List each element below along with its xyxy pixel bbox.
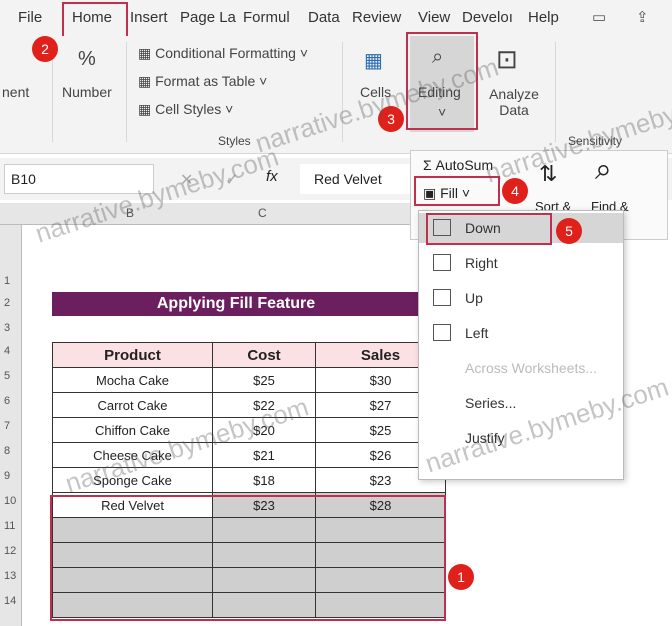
sheet-title[interactable]: Applying Fill Feature xyxy=(52,292,420,316)
header-cost[interactable]: Cost xyxy=(212,342,316,368)
row-header-9[interactable]: 9 xyxy=(4,470,10,482)
row-header-14[interactable]: 14 xyxy=(4,595,16,607)
analyze-data-icon: ⊡ xyxy=(496,44,518,74)
format-as-table-button[interactable]: ▦ Format as Table ˅ xyxy=(138,73,267,90)
step-badge-5: 5 xyxy=(556,218,582,244)
table-cell[interactable]: $21 xyxy=(212,442,316,468)
fill-up-item[interactable]: Up xyxy=(419,283,623,313)
down-highlight xyxy=(426,213,552,245)
analyze-data-button[interactable]: Analyze Data xyxy=(486,86,542,118)
comments-icon[interactable]: ▭ xyxy=(592,8,606,26)
fill-right-label: Right xyxy=(465,255,498,271)
fill-across-worksheets-label: Across Worksheets... xyxy=(465,360,598,376)
table-cell[interactable]: $22 xyxy=(212,392,316,418)
table-row: Chiffon Cake $20 $25 xyxy=(52,417,446,443)
cancel-icon[interactable]: ✕ xyxy=(180,170,193,190)
selection-highlight xyxy=(50,495,446,621)
conditional-formatting-icon: ▦ xyxy=(138,45,156,61)
number-group-button[interactable]: Number xyxy=(62,84,112,100)
cells-button[interactable]: Cells xyxy=(360,84,391,100)
step-badge-1: 1 xyxy=(448,564,474,590)
insert-function-button[interactable]: fx xyxy=(266,168,278,185)
fill-series-label: Series... xyxy=(465,395,517,411)
table-row: Carrot Cake $22 $27 xyxy=(52,392,446,418)
row-header-3[interactable]: 3 xyxy=(4,322,10,334)
table-row: Cheese Cake $21 $26 xyxy=(52,442,446,468)
row-header-8[interactable]: 8 xyxy=(4,445,10,457)
menu-data[interactable]: Data xyxy=(308,9,340,26)
row-header-10[interactable]: 10 xyxy=(4,495,16,507)
cell-styles-button[interactable]: ▦ Cell Styles ˅ xyxy=(138,101,233,118)
table-row: Sponge Cake $18 $23 xyxy=(52,467,446,493)
table-cell[interactable]: Carrot Cake xyxy=(52,392,213,418)
fill-highlight xyxy=(414,176,500,206)
fill-up-icon xyxy=(433,289,451,306)
table-cell[interactable]: $20 xyxy=(212,417,316,443)
column-header-c[interactable]: C xyxy=(258,206,267,220)
fill-series-item[interactable]: Series... xyxy=(419,388,623,418)
row-header-11[interactable]: 11 xyxy=(4,520,15,532)
table-cell[interactable]: $25 xyxy=(212,367,316,393)
menu-formulas[interactable]: Formul xyxy=(243,9,290,26)
table-cell[interactable]: $18 xyxy=(212,467,316,493)
row-header-1[interactable]: 1 xyxy=(4,275,10,287)
table-cell[interactable]: Cheese Cake xyxy=(52,442,213,468)
find-icon: ⌕ xyxy=(595,153,612,186)
fill-left-item[interactable]: Left xyxy=(419,318,623,348)
menu-review[interactable]: Review xyxy=(352,9,401,26)
fill-right-item[interactable]: Right xyxy=(419,248,623,278)
styles-group-label: Styles xyxy=(218,134,251,148)
ribbon: nent % Number ▦ Conditional Formatting ˅… xyxy=(0,36,672,154)
menu-insert[interactable]: Insert xyxy=(130,9,168,26)
sort-filter-icon: ⇅ xyxy=(539,161,558,186)
menu-page-layout[interactable]: Page La xyxy=(180,9,236,26)
cells-icon: ▦ xyxy=(364,50,383,72)
sensitivity-group-label[interactable]: Sensitivity xyxy=(568,134,622,148)
table-cell[interactable]: Sponge Cake xyxy=(52,467,213,493)
formula-input[interactable]: Red Velvet xyxy=(300,164,410,194)
name-box[interactable]: B10 xyxy=(4,164,154,194)
table-icon: ▦ xyxy=(138,73,156,89)
row-header-5[interactable]: 5 xyxy=(4,370,10,382)
row-header-4[interactable]: 4 xyxy=(4,345,10,357)
sigma-icon: Σ xyxy=(423,157,432,173)
table-row: Mocha Cake $25 $30 xyxy=(52,367,446,393)
step-badge-3: 3 xyxy=(378,106,404,132)
header-product[interactable]: Product xyxy=(52,342,213,368)
fill-right-icon xyxy=(433,254,451,271)
row-header-13[interactable]: 13 xyxy=(4,570,16,582)
row-header-6[interactable]: 6 xyxy=(4,395,10,407)
home-highlight xyxy=(62,2,128,38)
step-badge-4: 4 xyxy=(502,178,528,204)
share-icon[interactable]: ⇪ xyxy=(636,8,649,26)
row-header-2[interactable]: 2 xyxy=(4,297,10,309)
step-badge-2: 2 xyxy=(32,36,58,62)
fill-justify-label: Justify xyxy=(465,430,505,446)
row-header-12[interactable]: 12 xyxy=(4,545,16,557)
fill-menu: Down Right Up Left Across Worksheets... Serie… xyxy=(418,210,624,480)
column-headers: B C xyxy=(0,203,420,225)
row-headers: 1 2 3 4 5 6 7 8 9 10 11 12 13 14 xyxy=(0,225,22,626)
menu-developer[interactable]: Develoı xyxy=(462,9,513,26)
autosum-button[interactable]: Σ AutoSum xyxy=(423,157,493,173)
cell-styles-icon: ▦ xyxy=(138,101,156,117)
menu-help[interactable]: Help xyxy=(528,9,559,26)
editing-highlight xyxy=(406,32,478,130)
percent-icon: % xyxy=(78,48,96,70)
alignment-group[interactable]: nent xyxy=(2,84,29,100)
fill-up-label: Up xyxy=(465,290,483,306)
conditional-formatting-button[interactable]: ▦ Conditional Formatting ˅ xyxy=(138,45,308,62)
column-header-b[interactable]: B xyxy=(126,206,134,220)
row-header-7[interactable]: 7 xyxy=(4,420,10,432)
menu-file[interactable]: File xyxy=(18,9,42,26)
fill-left-icon xyxy=(433,324,451,341)
fill-across-worksheets-item[interactable]: Across Worksheets... xyxy=(419,353,623,383)
menu-view[interactable]: View xyxy=(418,9,450,26)
enter-icon[interactable]: ✓ xyxy=(225,170,238,190)
table-cell[interactable]: Chiffon Cake xyxy=(52,417,213,443)
table-cell[interactable]: Mocha Cake xyxy=(52,367,213,393)
fill-justify-item[interactable]: Justify xyxy=(419,423,623,453)
fill-left-label: Left xyxy=(465,325,489,341)
